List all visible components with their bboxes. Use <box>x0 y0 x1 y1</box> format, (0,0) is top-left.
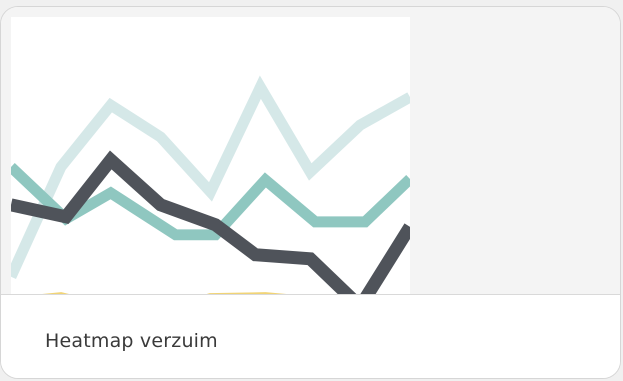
line-chart-illustration <box>11 17 410 294</box>
card-footer[interactable]: Heatmap verzuim <box>1 295 620 378</box>
report-card[interactable]: Heatmap verzuim <box>0 6 621 379</box>
card-title: Heatmap verzuim <box>45 330 218 352</box>
card-preview[interactable] <box>1 7 620 295</box>
line-chart-svg <box>11 75 410 294</box>
thumbnail-line-1 <box>11 75 410 279</box>
